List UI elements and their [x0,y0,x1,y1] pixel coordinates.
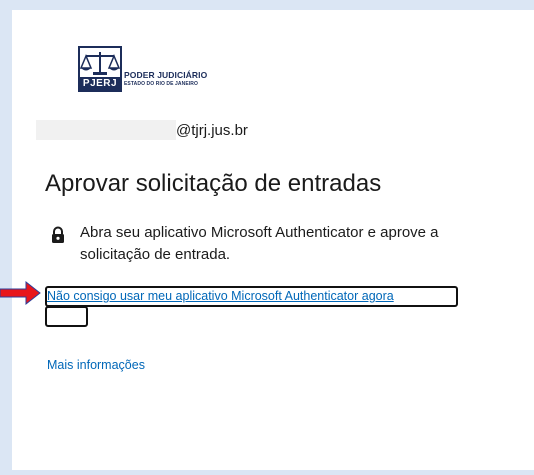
instruction-row: Abra seu aplicativo Microsoft Authentica… [48,222,468,266]
org-logo: PJERJ PODER JUDICIÁRIO ESTADO DO RIO DE … [78,46,207,92]
lock-icon [48,225,68,245]
logo-org-name: PODER JUDICIÁRIO [124,70,208,80]
account-identifier: @tjrj.jus.br [36,119,248,141]
logo-monogram: PJERJ [82,78,118,89]
redacted-username [36,120,176,140]
account-domain: @tjrj.jus.br [176,121,248,139]
more-info-link[interactable]: Mais informações [47,358,145,372]
annotation-arrow-icon [0,280,41,306]
instruction-text: Abra seu aplicativo Microsoft Authentica… [80,224,439,263]
annotation-highlight-box [45,306,88,327]
pjerj-emblem: PJERJ [78,46,122,92]
page-title: Aprovar solicitação de entradas [45,170,382,197]
annotation-highlight-box [45,286,458,307]
logo-org-subtitle: ESTADO DO RIO DE JANEIRO [124,81,198,87]
